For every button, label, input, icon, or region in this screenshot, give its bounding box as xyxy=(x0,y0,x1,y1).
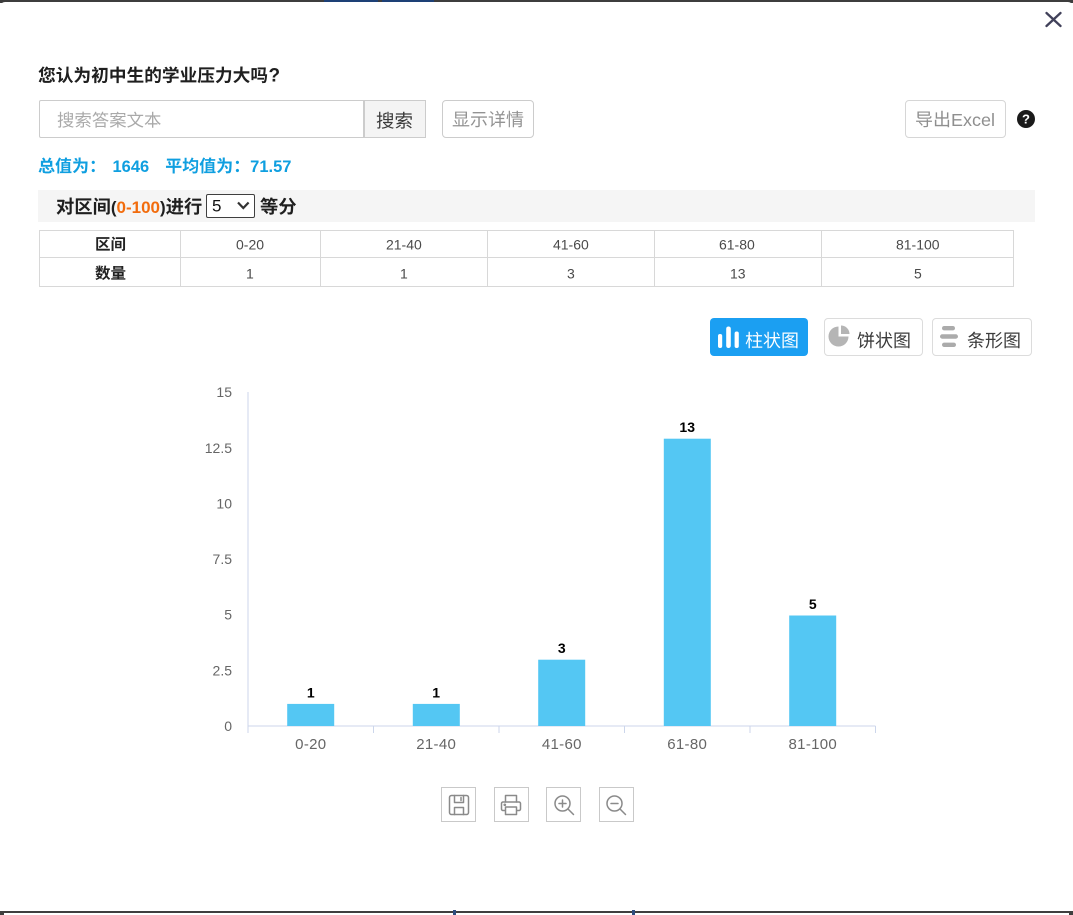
svg-text:1: 1 xyxy=(307,684,315,700)
svg-text:0-20: 0-20 xyxy=(236,237,264,253)
svg-text:5: 5 xyxy=(224,607,232,623)
svg-text:1: 1 xyxy=(432,684,440,700)
svg-text:81-100: 81-100 xyxy=(896,236,940,252)
svg-text:5: 5 xyxy=(913,265,921,281)
svg-text:Excel: Excel xyxy=(951,110,995,130)
svg-text:0-100: 0-100 xyxy=(117,198,160,217)
svg-text:41-60: 41-60 xyxy=(542,736,582,753)
svg-text:61-80: 61-80 xyxy=(719,236,755,252)
svg-text:81-100: 81-100 xyxy=(789,736,838,753)
svg-text:?: ? xyxy=(269,66,281,87)
svg-text:13: 13 xyxy=(729,265,745,281)
svg-text:7.5: 7.5 xyxy=(213,551,233,567)
svg-text:5: 5 xyxy=(212,197,221,216)
svg-text:21-40: 21-40 xyxy=(386,236,422,252)
svg-text:1646: 1646 xyxy=(113,157,150,175)
svg-text:15: 15 xyxy=(216,384,232,400)
svg-text:41-60: 41-60 xyxy=(552,236,588,252)
svg-text:1: 1 xyxy=(246,265,254,281)
svg-text:1: 1 xyxy=(400,265,408,281)
svg-text:61-80: 61-80 xyxy=(667,736,707,753)
svg-text:5: 5 xyxy=(809,596,817,612)
svg-text:10: 10 xyxy=(216,495,232,511)
svg-text:12.5: 12.5 xyxy=(205,440,232,456)
svg-text:3: 3 xyxy=(566,265,574,281)
svg-text:0-20: 0-20 xyxy=(295,736,326,753)
svg-text:71.57: 71.57 xyxy=(250,157,291,175)
svg-text:13: 13 xyxy=(679,419,695,435)
svg-text:3: 3 xyxy=(558,640,566,656)
svg-text:2.5: 2.5 xyxy=(213,662,233,678)
svg-text:0: 0 xyxy=(224,718,232,734)
svg-text:): ) xyxy=(160,198,166,217)
svg-text:?: ? xyxy=(1022,112,1030,127)
svg-text:21-40: 21-40 xyxy=(416,736,456,753)
